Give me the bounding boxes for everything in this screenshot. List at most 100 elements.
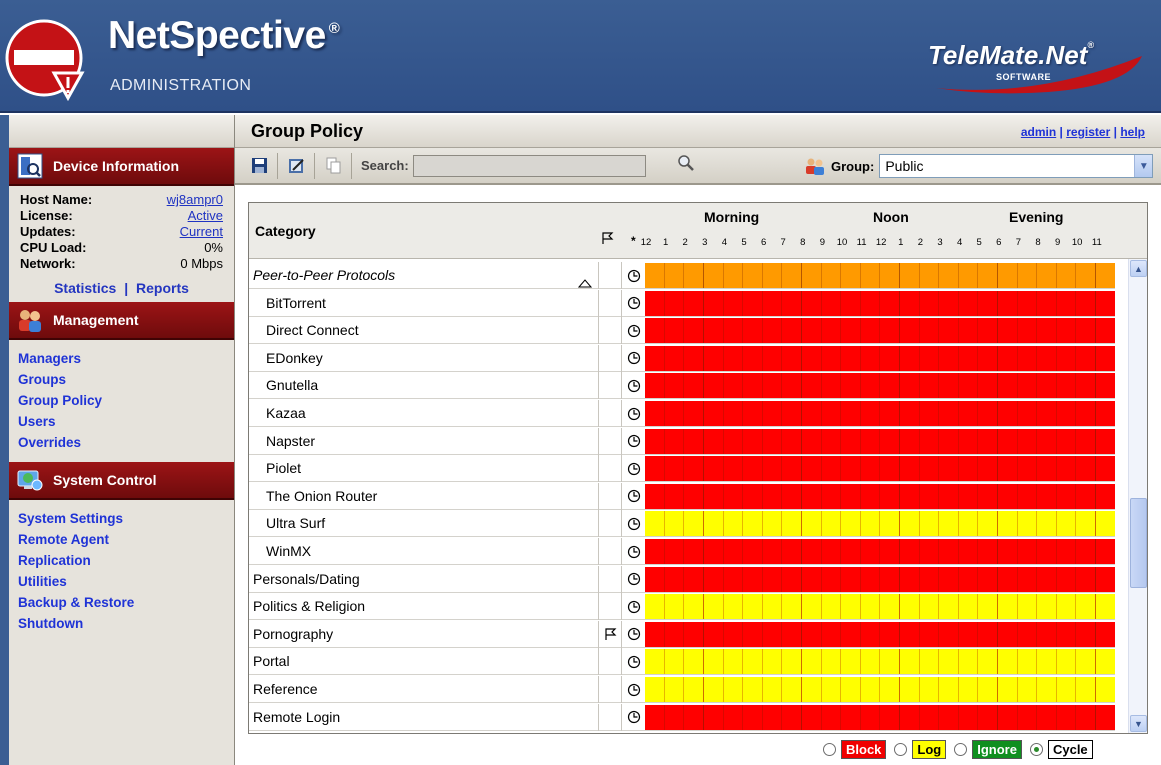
hour-label[interactable]: 6 [756, 237, 772, 248]
schedule-clock-icon[interactable] [622, 566, 645, 593]
hour-label[interactable]: 7 [775, 237, 791, 248]
reports-link[interactable]: Reports [136, 280, 189, 296]
hour-label[interactable]: 12 [873, 237, 889, 248]
hour-label[interactable]: 8 [1030, 237, 1046, 248]
legend-log[interactable]: Log [894, 740, 947, 759]
menu-item-overrides[interactable]: Overrides [18, 432, 234, 453]
ignore-radio[interactable] [954, 743, 968, 756]
hourly-action-bar[interactable] [645, 621, 1115, 647]
category-label[interactable]: Napster [249, 427, 599, 455]
hour-label[interactable]: 11 [854, 237, 870, 248]
hourly-action-bar[interactable] [645, 704, 1115, 730]
category-column-header[interactable]: Category [255, 223, 316, 239]
flag-cell[interactable] [600, 510, 622, 538]
category-label[interactable]: Personals/Dating [249, 565, 599, 593]
category-row[interactable]: WinMX [249, 538, 1115, 565]
vertical-scrollbar[interactable]: ▲ ▼ [1128, 259, 1147, 733]
schedule-clock-icon[interactable] [622, 621, 645, 648]
chevron-down-icon[interactable]: ▼ [1134, 155, 1153, 177]
search-button[interactable] [677, 154, 695, 175]
category-row[interactable]: Remote Login [249, 703, 1115, 731]
category-row[interactable]: Direct Connect [249, 317, 1115, 345]
category-row[interactable]: Gnutella [249, 372, 1115, 400]
category-label[interactable]: The Onion Router [249, 482, 599, 510]
save-button[interactable] [246, 153, 272, 179]
category-label[interactable]: EDonkey [249, 344, 599, 372]
category-label[interactable]: Portal [249, 648, 599, 676]
category-row[interactable]: BitTorrent [249, 289, 1115, 317]
group-dropdown[interactable]: Public ▼ [879, 154, 1154, 178]
edit-button[interactable] [283, 153, 309, 179]
hourly-action-bar[interactable] [645, 318, 1115, 344]
category-row[interactable]: Personals/Dating [249, 565, 1115, 593]
category-label[interactable]: Peer-to-Peer Protocols [249, 262, 599, 289]
schedule-clock-icon[interactable] [622, 538, 645, 565]
hour-label[interactable]: 2 [912, 237, 928, 248]
statistics-link[interactable]: Statistics [54, 280, 116, 296]
menu-item-utilities[interactable]: Utilities [18, 571, 234, 592]
flag-cell[interactable] [600, 427, 622, 455]
hourly-action-bar[interactable] [645, 345, 1115, 371]
category-row[interactable]: Pornography [249, 620, 1115, 648]
hourly-action-bar[interactable] [645, 539, 1115, 564]
hourly-action-bar[interactable] [645, 401, 1115, 426]
scroll-up-icon[interactable]: ▲ [1130, 260, 1147, 277]
schedule-clock-icon[interactable] [622, 428, 645, 455]
schedule-clock-icon[interactable] [622, 704, 645, 731]
legend-block[interactable]: Block [823, 740, 887, 759]
category-label[interactable]: Direct Connect [249, 317, 599, 345]
schedule-clock-icon[interactable] [622, 372, 645, 399]
hour-label[interactable]: 12 [638, 237, 654, 248]
hour-label[interactable]: 6 [991, 237, 1007, 248]
hour-label[interactable]: 11 [1089, 237, 1105, 248]
hourly-action-bar[interactable] [645, 483, 1115, 509]
flag-cell[interactable] [600, 648, 622, 676]
help-link[interactable]: help [1120, 125, 1145, 139]
menu-item-system-settings[interactable]: System Settings [18, 508, 234, 529]
log-radio[interactable] [894, 743, 908, 756]
hourly-action-bar[interactable] [645, 263, 1115, 288]
hour-label[interactable]: 1 [658, 237, 674, 248]
license-link[interactable]: Active [188, 208, 223, 224]
schedule-clock-icon[interactable] [622, 593, 645, 620]
flag-cell[interactable] [600, 289, 622, 317]
register-link[interactable]: register [1066, 125, 1110, 139]
scroll-thumb[interactable] [1130, 498, 1147, 588]
scroll-down-icon[interactable]: ▼ [1130, 715, 1147, 732]
category-label[interactable]: Politics & Religion [249, 593, 599, 621]
menu-item-shutdown[interactable]: Shutdown [18, 613, 234, 634]
category-row[interactable]: EDonkey [249, 344, 1115, 372]
hourly-action-bar[interactable] [645, 677, 1115, 702]
flag-cell[interactable] [600, 344, 622, 372]
menu-item-remote-agent[interactable]: Remote Agent [18, 529, 234, 550]
category-row[interactable]: Portal [249, 648, 1115, 676]
category-label[interactable]: Remote Login [249, 703, 599, 731]
category-row[interactable]: Politics & Religion [249, 593, 1115, 621]
category-row[interactable]: Ultra Surf [249, 510, 1115, 538]
flag-cell[interactable] [600, 317, 622, 345]
legend-cycle[interactable]: Cycle [1029, 740, 1093, 759]
host-name-link[interactable]: wj8ampr0 [167, 192, 223, 208]
hour-label[interactable]: 4 [952, 237, 968, 248]
admin-link[interactable]: admin [1021, 125, 1056, 139]
category-label[interactable]: BitTorrent [249, 289, 599, 317]
hourly-action-bar[interactable] [645, 428, 1115, 454]
schedule-clock-icon[interactable] [622, 676, 645, 703]
menu-item-replication[interactable]: Replication [18, 550, 234, 571]
hour-label[interactable]: 3 [697, 237, 713, 248]
schedule-clock-icon[interactable] [622, 483, 645, 510]
schedule-clock-icon[interactable] [622, 648, 645, 675]
hourly-action-bar[interactable] [645, 594, 1115, 620]
hour-label[interactable]: 10 [834, 237, 850, 248]
hour-label[interactable]: 2 [677, 237, 693, 248]
copy-button[interactable] [320, 153, 346, 179]
hourly-action-bar[interactable] [645, 649, 1115, 675]
category-row[interactable]: Napster [249, 427, 1115, 455]
hourly-action-bar[interactable] [645, 290, 1115, 316]
category-label[interactable]: Piolet [249, 455, 599, 483]
hourly-action-bar[interactable] [645, 566, 1115, 592]
menu-item-managers[interactable]: Managers [18, 348, 234, 369]
schedule-clock-icon[interactable] [622, 400, 645, 427]
schedule-clock-icon[interactable] [622, 317, 645, 344]
menu-item-group-policy[interactable]: Group Policy [18, 390, 234, 411]
